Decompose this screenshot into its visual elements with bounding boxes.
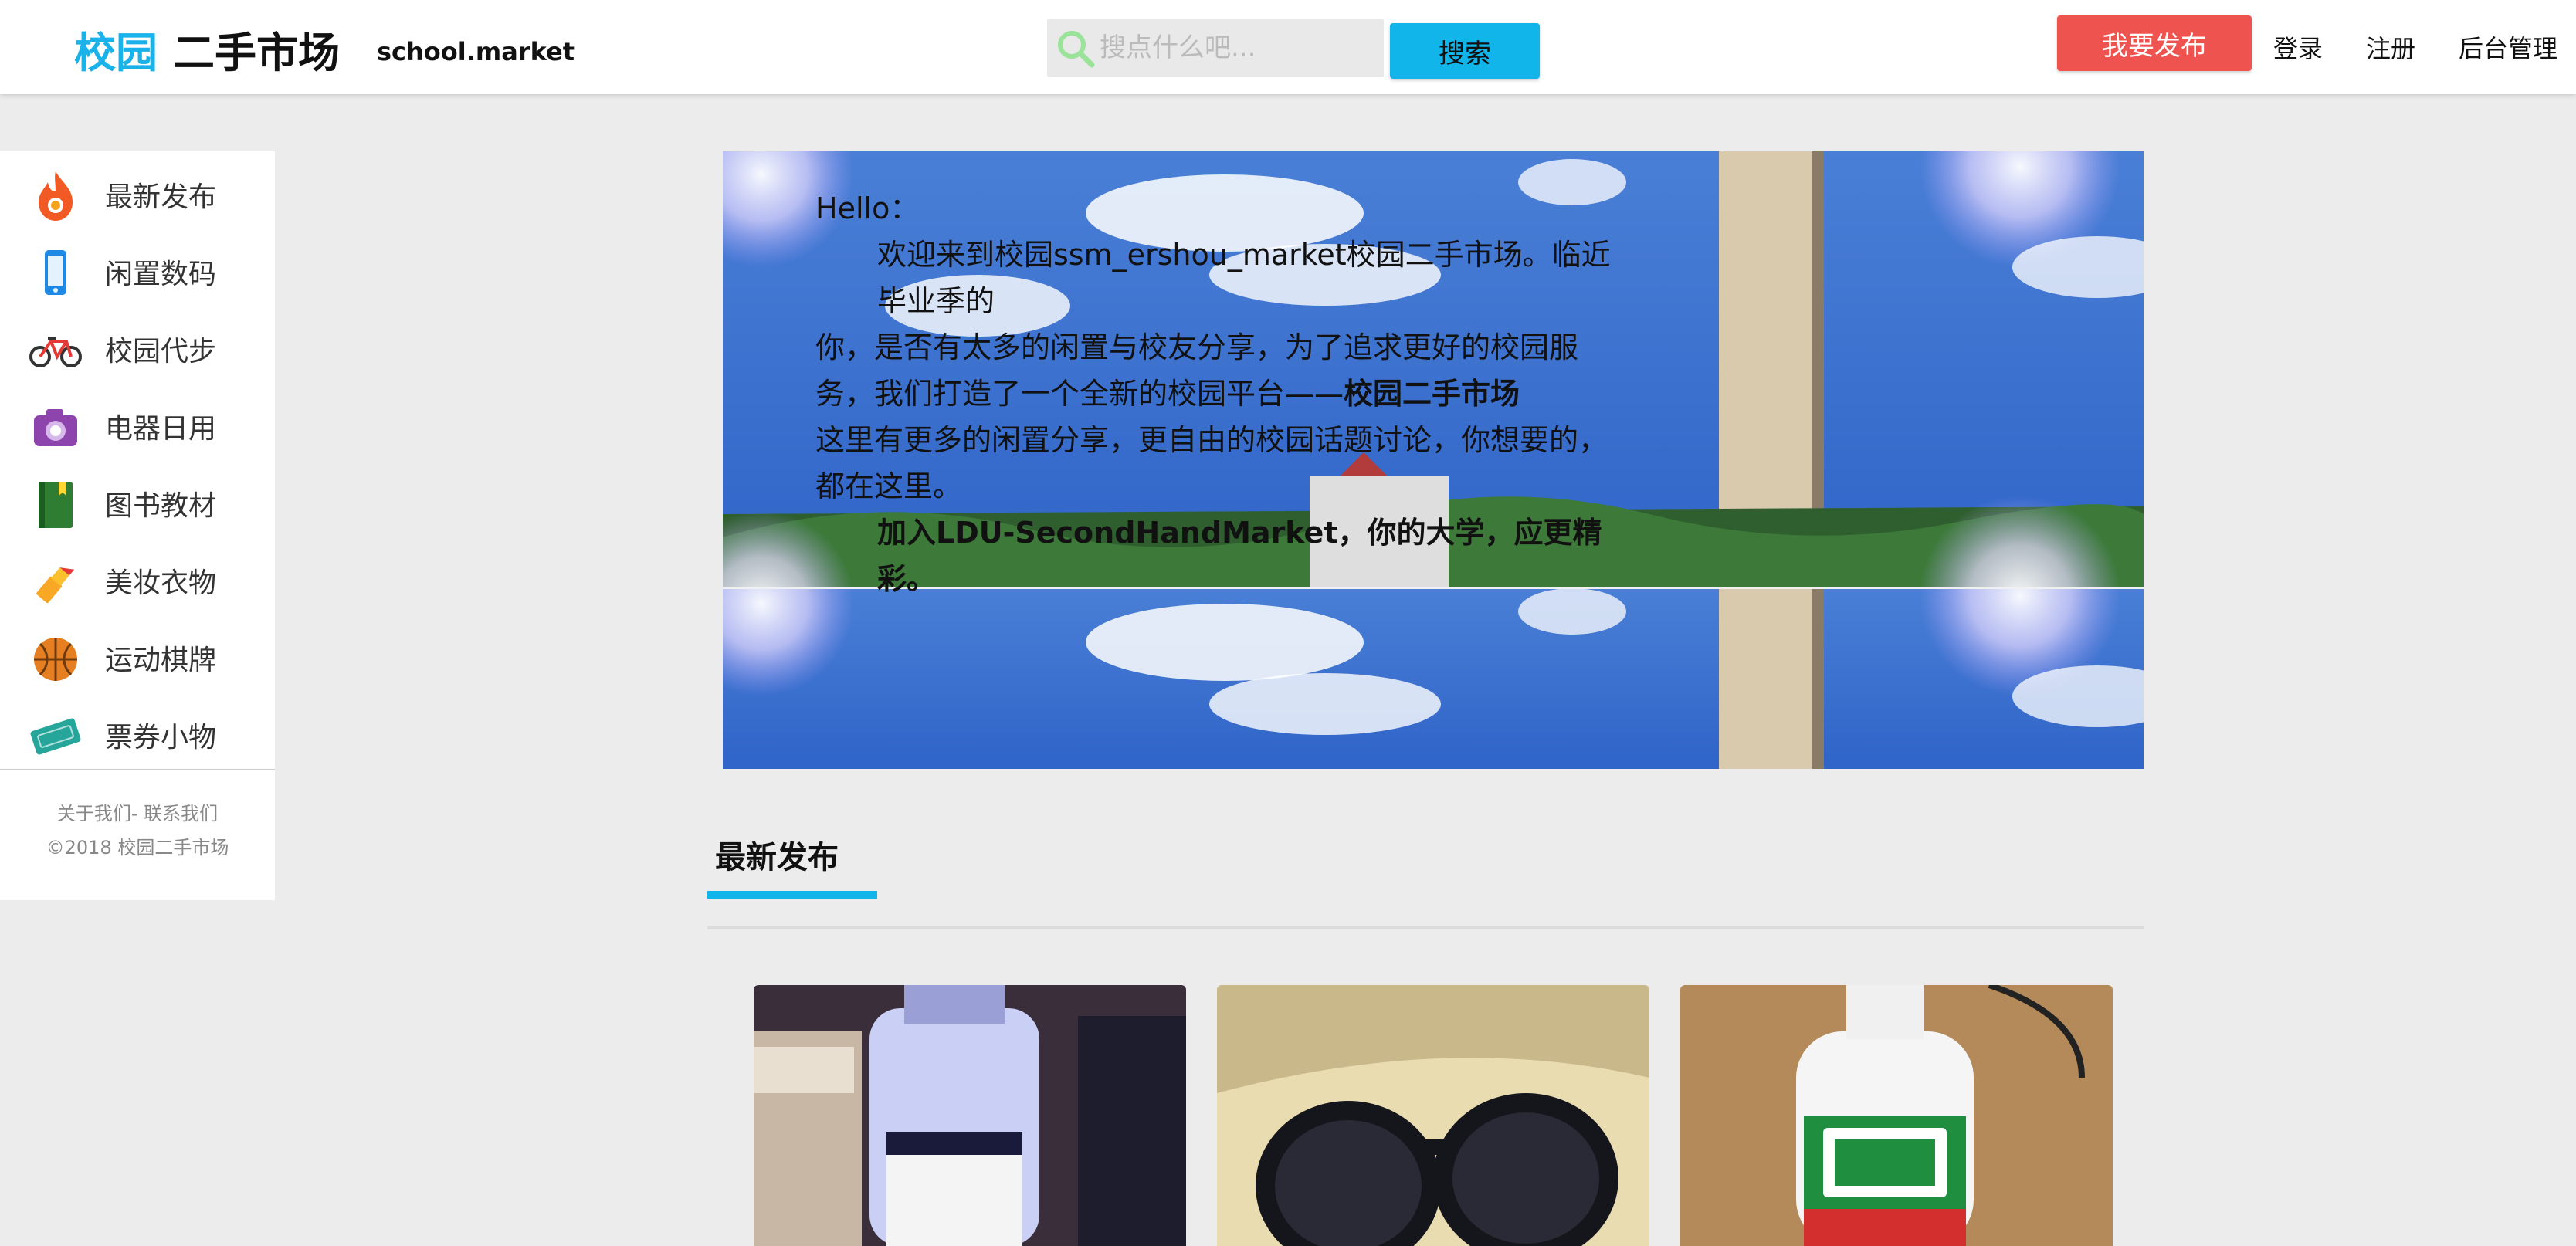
search-icon <box>1058 31 1095 68</box>
sidebar-footer-links[interactable]: 关于我们- 联系我们 <box>0 798 275 825</box>
fire-icon <box>39 171 73 221</box>
sidebar-item-sports[interactable]: 运动棋牌 <box>0 615 275 692</box>
section-divider <box>707 926 2144 929</box>
site-logo[interactable]: 校园 二手市场 <box>74 19 340 80</box>
sidebar-item-label: 电器日用 <box>105 413 217 445</box>
banner-hello: Hello： <box>815 191 920 225</box>
bicycle-icon <box>29 337 82 367</box>
sidebar-divider <box>0 769 275 770</box>
sidebar-copyright: ©2018 校园二手市场 <box>46 837 229 858</box>
section-title-latest: 最新发布 <box>715 840 839 875</box>
sidebar-item-appliances[interactable]: 电器日用 <box>0 383 275 460</box>
banner-line-3: 这里有更多的闲置分享，更自由的校园话题讨论，你想要的，都在这里。 <box>815 423 1608 503</box>
sidebar-item-label: 运动棋牌 <box>105 645 217 676</box>
banner-line-4: 加入LDU-SecondHandMarket，你的大学，应更精彩。 <box>815 510 1634 602</box>
product-image-contact-solution[interactable] <box>1680 985 2113 1246</box>
ticket-icon <box>30 718 81 755</box>
sidebar-item-latest[interactable]: 最新发布 <box>0 151 275 229</box>
product-card[interactable] <box>754 985 1186 1246</box>
product-card[interactable] <box>1217 985 1649 1246</box>
logo-part-2: 二手市场 <box>173 29 340 77</box>
sidebar-item-label: 最新发布 <box>105 181 217 213</box>
product-card[interactable] <box>1680 985 2113 1246</box>
welcome-banner: Hello： 欢迎来到校园ssm_ershou_market校园二手市场。临近毕… <box>723 151 2144 769</box>
search-input[interactable] <box>1093 19 1379 77</box>
banner-line-4-bold: 加入LDU-SecondHandMarket，你的大学，应更精彩。 <box>877 516 1602 596</box>
sidebar-item-transport[interactable]: 校园代步 <box>0 306 275 383</box>
search-box <box>1047 19 1384 77</box>
sidebar-item-label: 美妆衣物 <box>105 567 217 599</box>
category-sidebar: 最新发布 闲置数码 校园代步 电器日用 图书教材 美妆衣物 运动棋牌 票券小物 … <box>0 151 275 900</box>
camera-icon <box>34 409 77 446</box>
book-icon <box>39 482 73 528</box>
sidebar-item-label: 校园代步 <box>105 336 217 367</box>
search-button[interactable]: 搜索 <box>1390 23 1540 79</box>
banner-line-2: 你，是否有太多的闲置与校友分享，为了追求更好的校园服务，我们打造了一个全新的校园… <box>815 324 1634 417</box>
register-link[interactable]: 注册 <box>2366 29 2415 65</box>
publish-button[interactable]: 我要发布 <box>2057 15 2252 71</box>
sidebar-item-tickets[interactable]: 票券小物 <box>0 692 275 769</box>
section-title-underline <box>707 891 877 899</box>
banner-welcome-text: Hello： 欢迎来到校园ssm_ershou_market校园二手市场。临近毕… <box>815 185 1634 602</box>
banner-line-2-bold: 校园二手市场 <box>1344 377 1520 411</box>
login-link[interactable]: 登录 <box>2273 29 2323 65</box>
sidebar-item-digital[interactable]: 闲置数码 <box>0 229 275 306</box>
phone-icon <box>45 250 66 295</box>
lipstick-icon <box>36 567 75 604</box>
sidebar-item-beauty[interactable]: 美妆衣物 <box>0 537 275 615</box>
sidebar-item-label: 票券小物 <box>105 722 217 753</box>
sidebar-item-label: 图书教材 <box>105 490 217 522</box>
banner-line-1: 欢迎来到校园ssm_ershou_market校园二手市场。临近毕业季的 <box>877 238 1611 318</box>
site-domain: school.market <box>377 37 575 66</box>
product-image-sunglasses[interactable] <box>1217 985 1649 1246</box>
admin-link[interactable]: 后台管理 <box>2459 29 2557 65</box>
basketball-icon <box>34 638 77 681</box>
top-header: 校园二手市场 school.market 搜索 我要发布 登录 注册 后台管理 <box>0 0 2576 94</box>
logo-part-1: 校园 <box>74 29 158 77</box>
sidebar-item-label: 闲置数码 <box>105 259 217 290</box>
product-image-sunscreen[interactable] <box>754 985 1186 1246</box>
sidebar-item-books[interactable]: 图书教材 <box>0 460 275 537</box>
